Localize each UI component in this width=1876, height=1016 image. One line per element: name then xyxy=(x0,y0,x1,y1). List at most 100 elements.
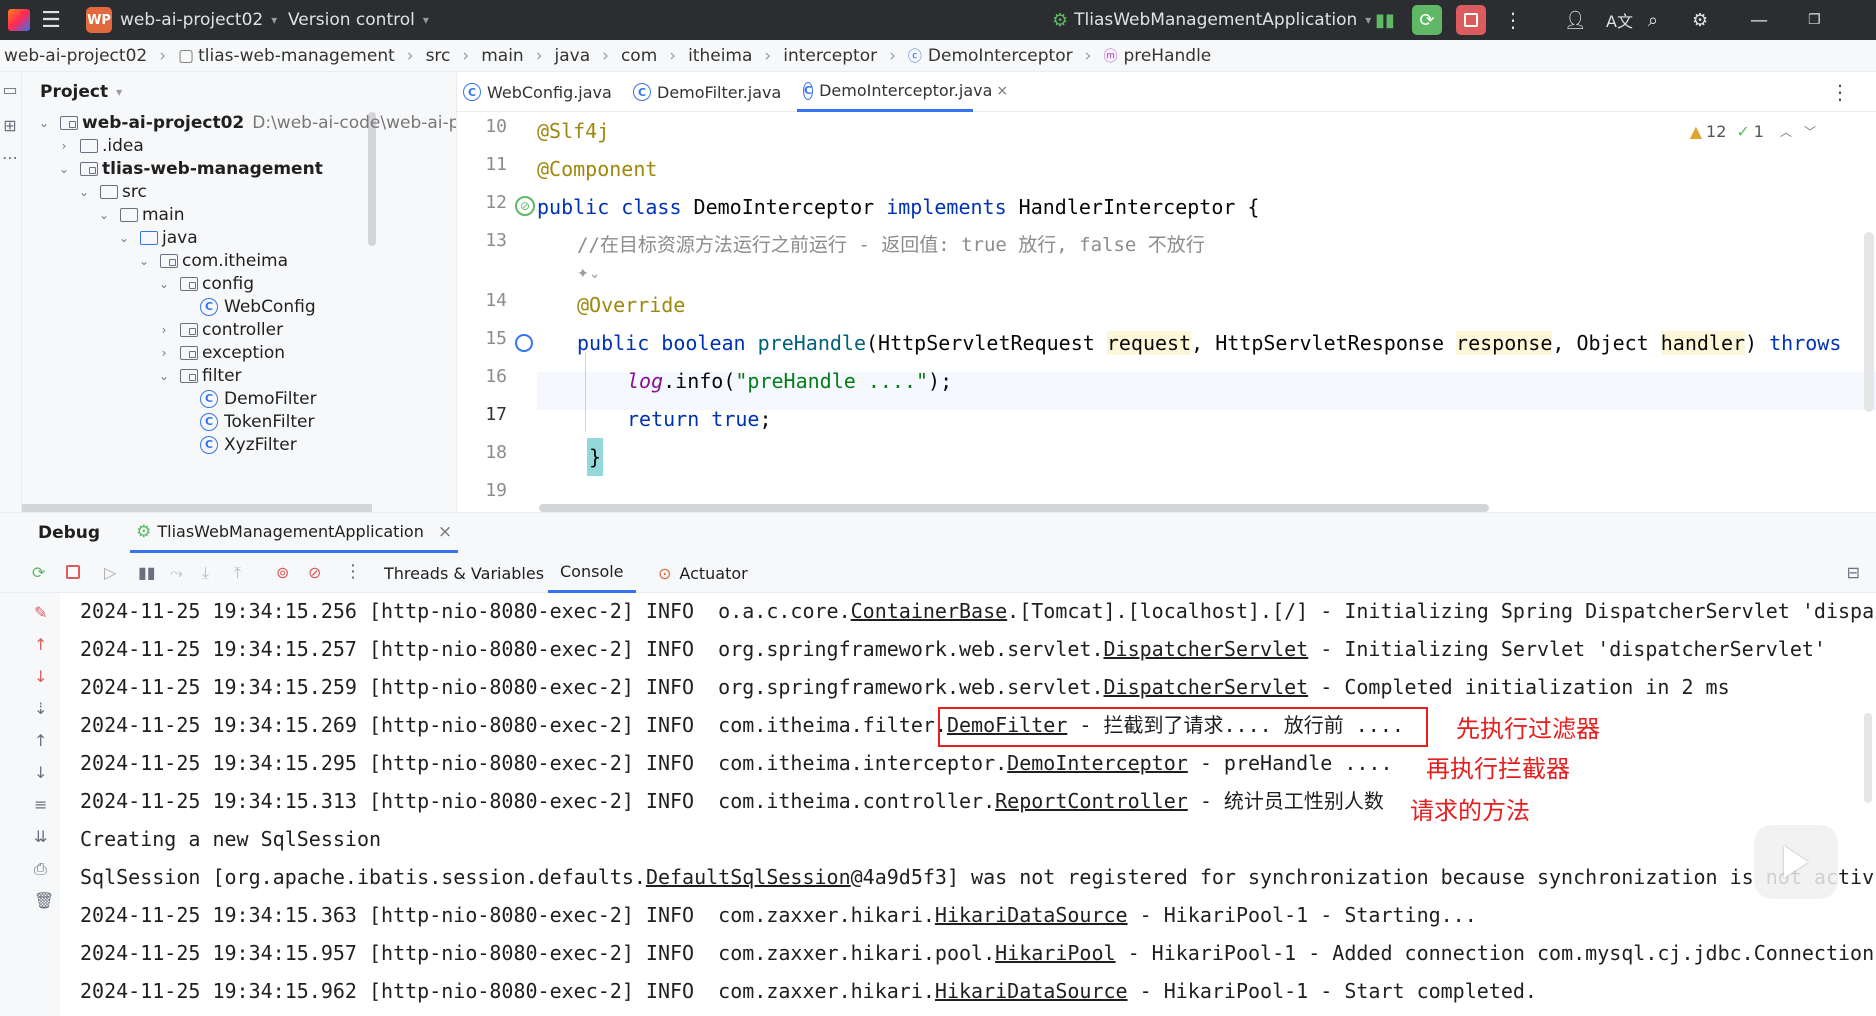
console-output[interactable]: 2024-11-25 19:34:15.256 [http-nio-8080-e… xyxy=(60,593,1876,1016)
step-over-icon[interactable]: ⤳ xyxy=(170,563,183,583)
sort-icon[interactable]: ⇣ xyxy=(34,699,47,718)
tree-item-xyzfilter[interactable]: C XyzFilter xyxy=(200,431,297,458)
log-link[interactable]: HikariDataSource xyxy=(935,903,1128,927)
trash-icon[interactable]: 🗑︎ xyxy=(34,891,54,910)
project-h-scrollbar[interactable] xyxy=(22,504,372,512)
breadcrumb-item[interactable]: com xyxy=(621,46,657,66)
breadcrumb-item[interactable]: web-ai-project02 xyxy=(4,46,147,66)
app-logo-icon[interactable] xyxy=(8,0,30,40)
editor-h-scrollbar[interactable] xyxy=(539,504,1489,512)
vcs-selector[interactable]: Version control ▾ xyxy=(288,0,429,40)
console-line: 2024-11-25 19:34:15.363 [http-nio-8080-e… xyxy=(80,897,1477,933)
project-tool-icon[interactable]: ▭ xyxy=(0,80,20,99)
edit-config-icon[interactable]: ✎ xyxy=(34,603,47,622)
log-link[interactable]: DemoInterceptor xyxy=(1007,751,1188,775)
tree-item-label: controller xyxy=(202,319,284,340)
rerun-icon[interactable]: ⟳ xyxy=(32,563,45,582)
tab-demofilter[interactable]: C DemoFilter.java xyxy=(633,72,781,112)
tree-item-label: XyzFilter xyxy=(224,434,297,455)
log-link[interactable]: ContainerBase xyxy=(851,599,1008,623)
stop-icon[interactable] xyxy=(66,565,80,579)
breadcrumb-item[interactable]: src xyxy=(426,46,451,66)
log-link[interactable]: DispatcherServlet xyxy=(1104,637,1309,661)
translate-icon[interactable]: A文 xyxy=(1606,0,1633,40)
chevron-right-icon: › xyxy=(406,45,414,66)
tree-item-path: D:\web-ai-code\web-ai-proj xyxy=(252,112,456,133)
breadcrumb-item[interactable]: java xyxy=(555,46,591,66)
resume-icon[interactable]: ▷ xyxy=(104,563,116,582)
log-link[interactable]: DefaultSqlSession xyxy=(646,865,851,889)
console-scrollbar[interactable] xyxy=(1864,713,1872,803)
more-actions-icon[interactable]: ⋮ xyxy=(1503,0,1523,40)
debug-session-tab[interactable]: ⚙ TliasWebManagementApplication × xyxy=(130,513,459,553)
restore-icon[interactable]: ❐ xyxy=(1808,0,1821,40)
main-menu-icon[interactable]: ☰ xyxy=(36,0,66,40)
tab-demointerceptor[interactable]: C DemoInterceptor.java × xyxy=(797,72,1008,112)
project-panel-header[interactable]: Project ▾ xyxy=(22,72,456,112)
more-tools-icon[interactable]: ⋯ xyxy=(0,148,20,167)
step-into-icon[interactable]: ⤓ xyxy=(202,563,209,583)
scroll-down-icon[interactable]: ↓ xyxy=(34,763,47,782)
up-arrow-icon[interactable]: ↑ xyxy=(34,635,47,654)
more-tabs-icon[interactable]: ⋮ xyxy=(1830,80,1850,104)
tab-console[interactable]: Console xyxy=(548,553,636,593)
close-tab-icon[interactable]: × xyxy=(996,83,1008,99)
chevron-up-icon[interactable]: ︿ xyxy=(1780,123,1792,140)
minimize-icon[interactable]: — xyxy=(1750,0,1768,40)
bean-icon[interactable]: ⊘ xyxy=(515,196,535,216)
breadcrumb-item[interactable]: main xyxy=(481,46,523,66)
code-line-18: } xyxy=(587,438,604,476)
play-icon xyxy=(1784,846,1808,878)
stop-button[interactable] xyxy=(1456,5,1486,35)
account-icon[interactable]: 👤︎ xyxy=(1564,0,1587,40)
mute-breakpoints-icon[interactable]: ⊘ xyxy=(308,563,321,582)
print-icon[interactable]: ⎙ xyxy=(34,859,47,879)
log-link[interactable]: ReportController xyxy=(995,789,1188,813)
implements-icon[interactable] xyxy=(515,334,533,352)
down-arrow-icon[interactable]: ↓ xyxy=(34,667,47,686)
tree-item-label: java xyxy=(162,227,198,248)
code-token: "preHandle ...." xyxy=(735,369,929,393)
log-link[interactable]: DispatcherServlet xyxy=(1104,675,1309,699)
chevron-down-icon[interactable]: ﹀ xyxy=(1804,123,1816,140)
log-link[interactable]: HikariPool xyxy=(995,941,1115,965)
chevron-right-icon: › xyxy=(889,45,896,66)
breadcrumb-item[interactable]: tlias-web-management xyxy=(198,46,395,66)
step-out-icon[interactable]: ⤒ xyxy=(234,563,241,583)
tab-webconfig[interactable]: C WebConfig.java xyxy=(463,72,612,112)
ok-count: 1 xyxy=(1753,121,1764,141)
more-icon[interactable]: ⋮ xyxy=(344,561,362,582)
run-config-selector[interactable]: ⚙ TliasWebManagementApplication ▾ xyxy=(1052,0,1371,40)
breadcrumb-item[interactable]: interceptor xyxy=(783,46,877,66)
video-play-overlay[interactable] xyxy=(1754,825,1838,899)
log-link[interactable]: HikariDataSource xyxy=(935,979,1128,1003)
breadcrumb-item[interactable]: preHandle xyxy=(1123,46,1211,66)
tab-actuator[interactable]: ⊙ Actuator xyxy=(646,553,760,593)
tab-threads-variables[interactable]: Threads & Variables xyxy=(372,553,556,593)
project-selector[interactable]: WP web-ai-project02 ▾ xyxy=(86,0,277,40)
folder-icon xyxy=(100,184,118,199)
soft-wrap-icon[interactable]: ≡ xyxy=(34,795,47,814)
view-breakpoints-icon[interactable]: ⊚ xyxy=(276,563,289,582)
editor-scrollbar[interactable] xyxy=(1864,232,1874,412)
search-icon[interactable]: ⌕ xyxy=(1648,0,1658,40)
chevron-down-icon: ⌄ xyxy=(138,253,150,268)
settings-gear-icon[interactable]: ⚙ xyxy=(1692,0,1708,40)
close-tab-icon[interactable]: × xyxy=(438,522,452,542)
log-suffix: - HikariPool-1 - Starting... xyxy=(1127,903,1477,927)
code-token: ); xyxy=(928,369,953,393)
code-editor[interactable]: 10 11 12 13 14 15 16 17 18 19 @Slf4j @Co… xyxy=(457,112,1876,512)
rerun-debug-button[interactable]: ⟳ xyxy=(1412,5,1442,35)
breadcrumb-item[interactable]: DemoInterceptor xyxy=(928,46,1073,66)
layout-icon[interactable]: ⊟ xyxy=(1847,563,1860,582)
class-icon: ⓒ xyxy=(907,48,922,65)
scroll-to-end-icon[interactable]: ⇊ xyxy=(34,827,47,846)
resume-icon[interactable]: ▮▮ xyxy=(1370,0,1400,40)
inspections-widget[interactable]: ▲ 12 ✓ 1 ︿ ﹀ xyxy=(1690,112,1816,150)
pause-icon[interactable]: ▮▮ xyxy=(138,563,156,582)
line-number: 12 xyxy=(485,192,507,213)
scroll-up-icon[interactable]: ↑ xyxy=(34,731,47,750)
breadcrumb-item[interactable]: itheima xyxy=(688,46,752,66)
ai-inlay-icon[interactable]: ✦⌄ xyxy=(577,266,600,282)
structure-tool-icon[interactable]: ⊞ xyxy=(0,116,20,135)
